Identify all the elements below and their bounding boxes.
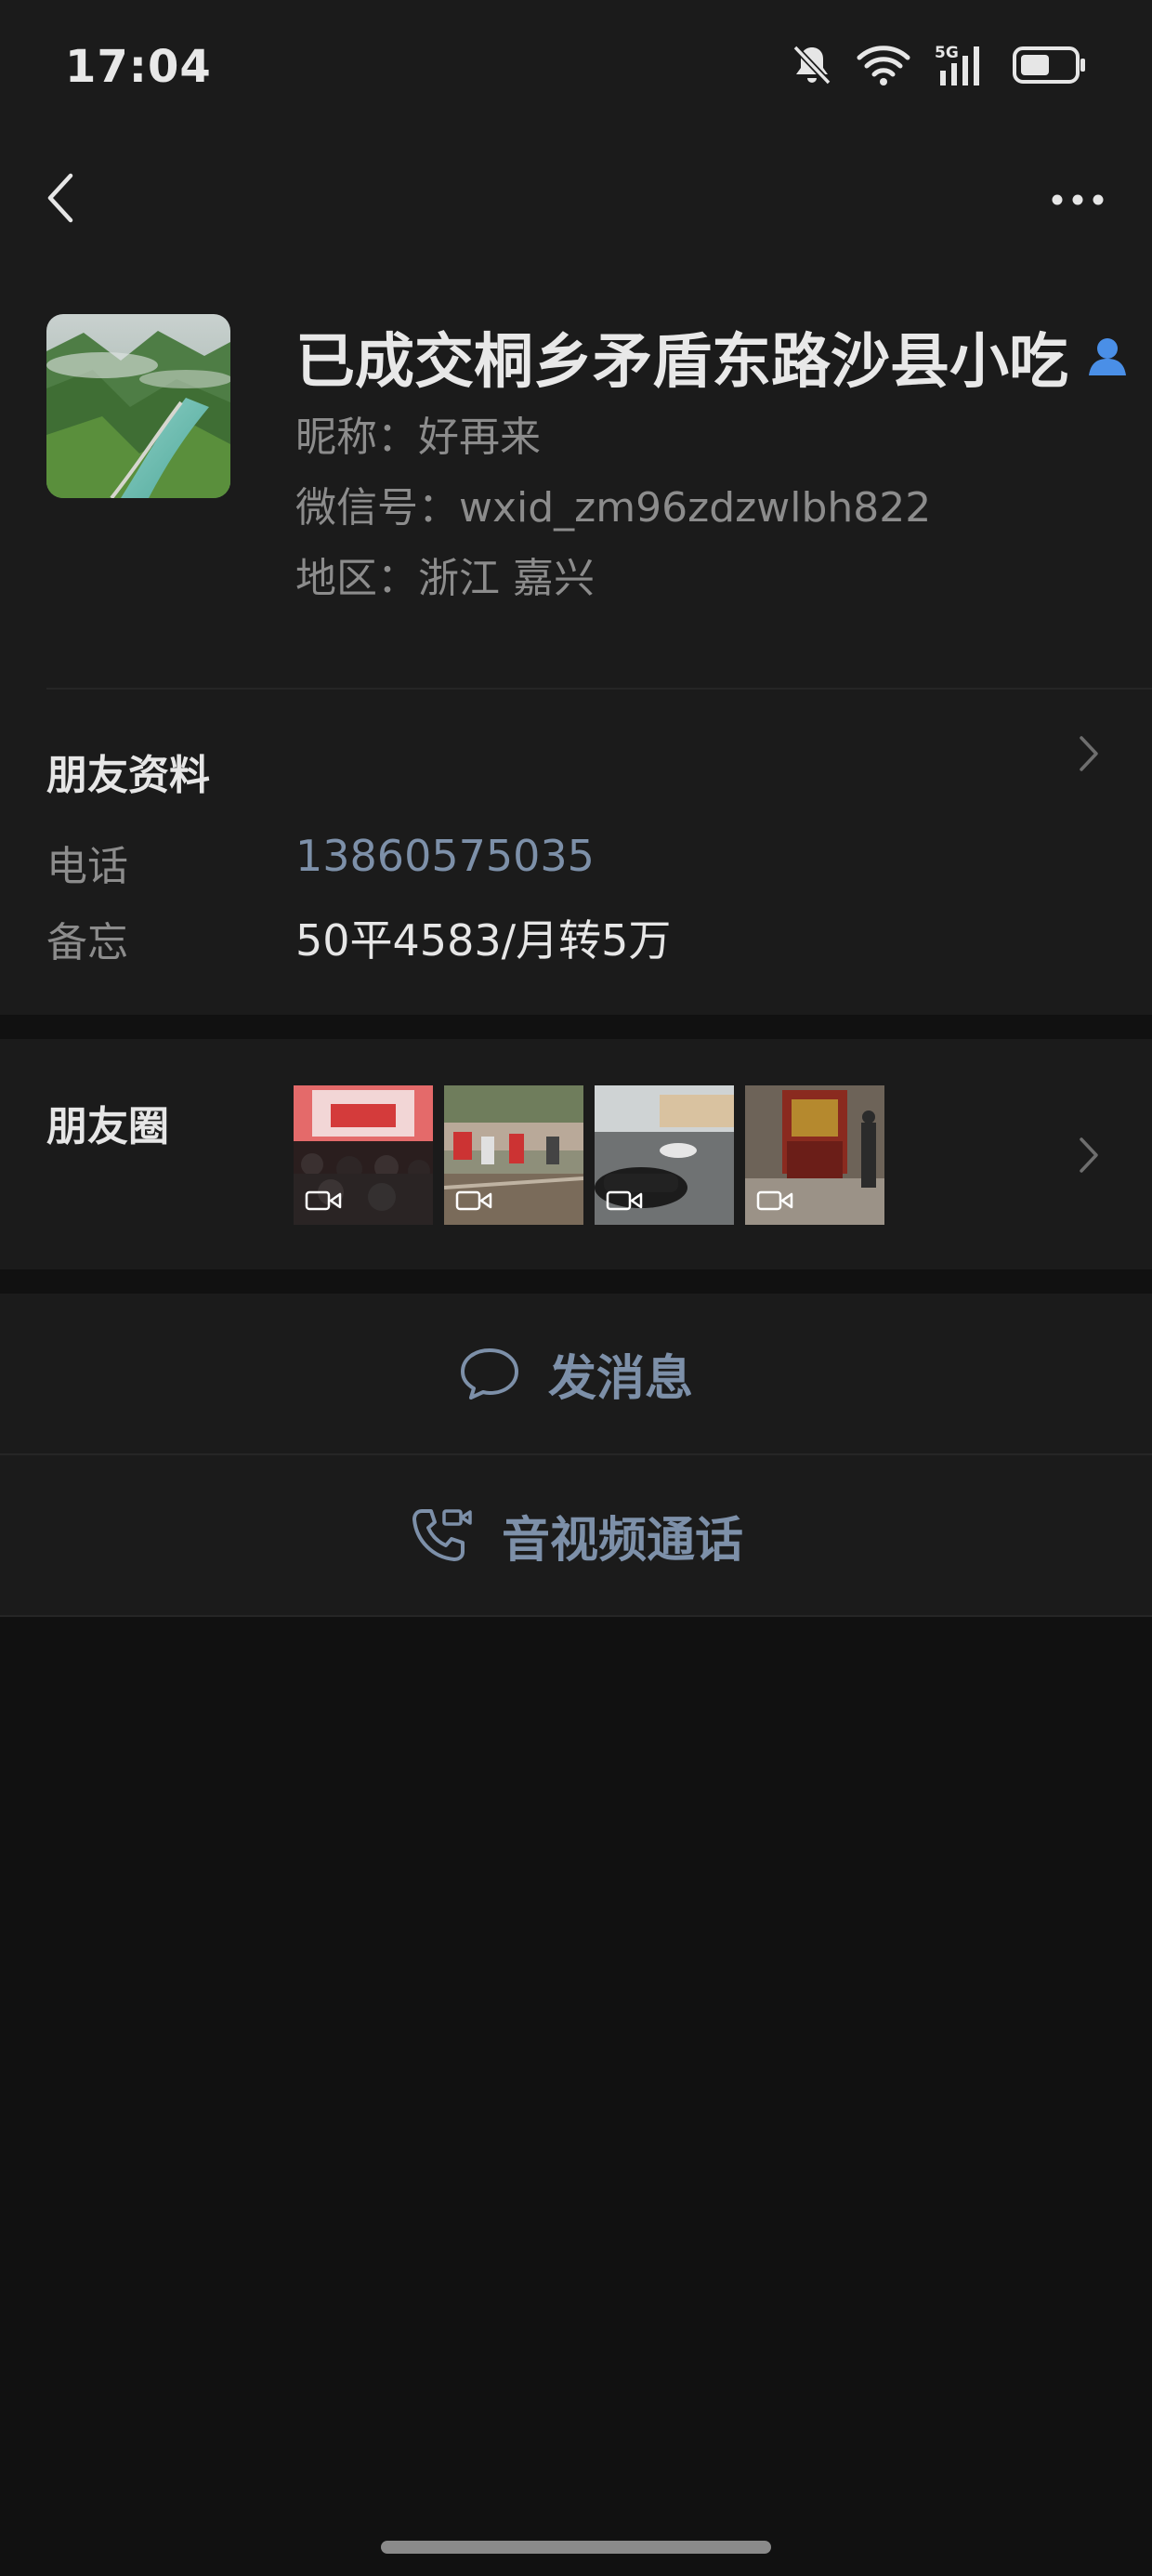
chevron-right-icon [1080, 736, 1098, 771]
chat-bubble-icon [460, 1348, 518, 1400]
send-message-button[interactable]: 发消息 [0, 1294, 1152, 1453]
section-gap [0, 1269, 1152, 1294]
audio-video-call-button[interactable]: 音视频通话 [0, 1455, 1152, 1615]
contact-person-icon [1089, 338, 1126, 375]
moments-title: 朋友圈 [46, 1103, 169, 1150]
phone-video-icon [412, 1509, 472, 1561]
divider [0, 1615, 1152, 1617]
home-indicator[interactable] [381, 2541, 771, 2554]
section-gap [0, 1015, 1152, 1039]
status-icons: 5G [792, 43, 1087, 87]
chevron-left-icon [47, 173, 73, 223]
send-message-label: 发消息 [547, 1350, 693, 1407]
nickname-line: 昵称：好再来 [295, 414, 541, 461]
signal-5g-icon: 5G [935, 44, 979, 85]
video-icon [606, 1190, 643, 1211]
back-button[interactable] [28, 164, 93, 232]
friend-info-title: 朋友资料 [46, 752, 210, 799]
more-button[interactable] [1031, 167, 1124, 232]
moment-thumbnail[interactable] [745, 1085, 884, 1225]
video-icon [305, 1190, 342, 1211]
video-icon [455, 1190, 492, 1211]
moment-thumbnail[interactable] [595, 1085, 734, 1225]
moment-thumbnail[interactable] [444, 1085, 583, 1225]
audio-video-call-label: 音视频通话 [501, 1512, 743, 1569]
status-time: 17:04 [65, 41, 212, 93]
divider [46, 688, 1152, 690]
video-icon [756, 1190, 793, 1211]
status-bar: 17:04 5G [0, 0, 1152, 139]
moments-thumbnails[interactable] [294, 1085, 884, 1225]
moment-thumbnail[interactable] [294, 1085, 433, 1225]
phone-label: 电话 [46, 843, 128, 890]
profile-name: 已成交桐乡矛盾东路沙县小吃 [295, 328, 1068, 397]
more-dots-icon [1052, 194, 1104, 205]
profile-name-row: 已成交桐乡矛盾东路沙县小吃 [295, 314, 1130, 400]
svg-text:5G: 5G [935, 44, 959, 62]
avatar[interactable] [46, 314, 230, 498]
region-line: 地区：浙江 嘉兴 [295, 555, 595, 602]
bell-muted-icon [792, 45, 831, 85]
memo-label: 备忘 [46, 919, 128, 966]
chevron-right-icon [1080, 1137, 1098, 1173]
memo-value: 50平4583/月转5万 [295, 915, 672, 966]
battery-icon [1013, 46, 1085, 84]
phone-value[interactable]: 13860575035 [295, 831, 595, 881]
wifi-icon [857, 46, 910, 85]
wechat-id-line[interactable]: 微信号：wxid_zm96zdzwlbh822 [295, 474, 931, 533]
